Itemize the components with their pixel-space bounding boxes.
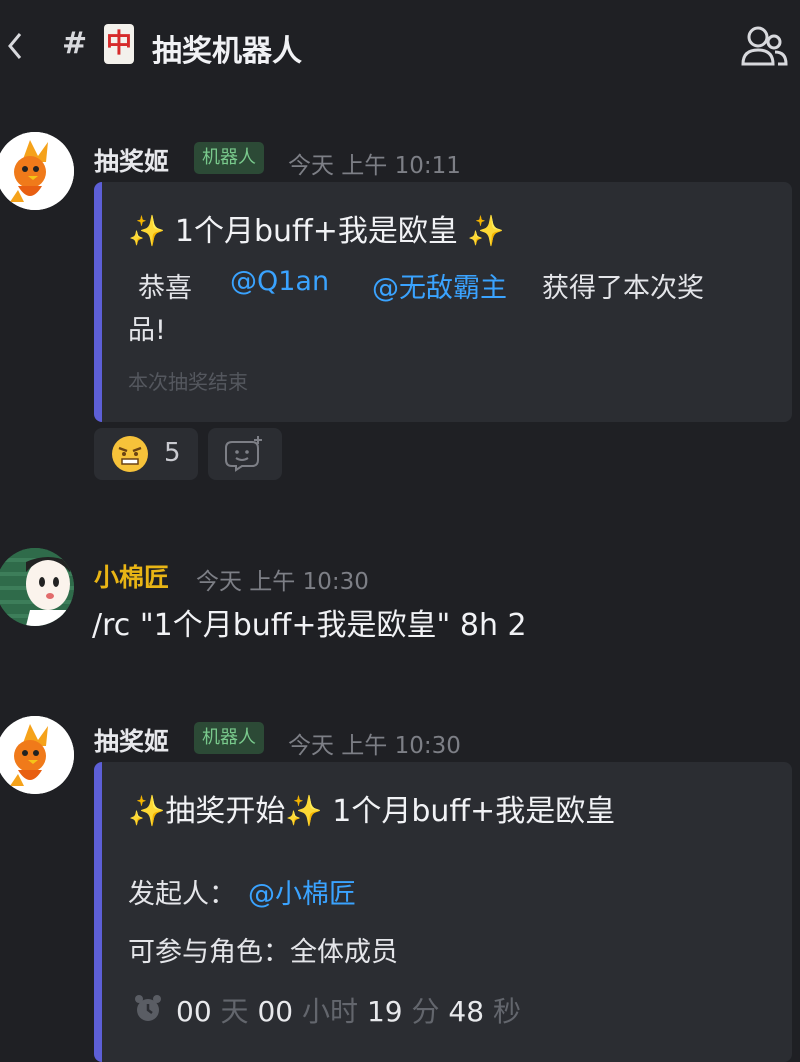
countdown-hours: 00	[257, 995, 294, 1028]
countdown-minutes-unit: 分	[411, 995, 440, 1028]
message-author[interactable]: 小棉匠	[94, 558, 169, 594]
result-text-line2: 品!	[128, 315, 166, 346]
bot-avatar[interactable]	[0, 132, 74, 210]
initiator-label: 发起人：	[128, 879, 236, 910]
winner-mention-1[interactable]: @Q1an	[230, 266, 329, 297]
message-author[interactable]: 抽奖姬	[94, 142, 169, 178]
message-timestamp: 今天 上午 10:30	[196, 569, 369, 595]
countdown-hours-unit: 小时	[302, 995, 359, 1028]
congrats-label: 恭喜	[138, 273, 192, 304]
countdown-seconds-unit: 秒	[492, 995, 521, 1028]
user-avatar[interactable]	[0, 548, 74, 626]
countdown-seconds: 48	[448, 995, 485, 1028]
bot-badge: 机器人	[194, 142, 264, 174]
hash-icon: #	[62, 26, 88, 61]
result-text-line1: 获得了本次奖	[542, 273, 704, 304]
countdown-days-unit: 天	[220, 995, 249, 1028]
bot-avatar[interactable]	[0, 716, 74, 794]
channel-title: 抽奖机器人	[152, 34, 302, 69]
message-timestamp: 今天 上午 10:11	[288, 153, 461, 179]
chick-mascot-icon	[0, 132, 74, 210]
reaction-button[interactable]: 5	[94, 428, 198, 480]
countdown-minutes: 19	[366, 995, 403, 1028]
chick-mascot-icon	[0, 716, 74, 794]
message-author[interactable]: 抽奖姬	[94, 722, 169, 758]
embed-title: ✨ 1个月buff+我是欧皇 ✨	[128, 214, 505, 249]
angry-face-emoji-icon	[112, 436, 148, 472]
initiator-mention[interactable]: @小棉匠	[248, 872, 356, 911]
mahjong-tile-icon: 中	[104, 24, 134, 64]
members-icon[interactable]	[740, 24, 788, 68]
embed-title: ✨抽奖开始✨ 1个月buff+我是欧皇	[128, 794, 616, 829]
roles-line: 可参与角色：全体成员	[128, 937, 398, 968]
cartoon-face-icon	[0, 548, 74, 626]
add-reaction-button[interactable]	[208, 428, 282, 480]
back-chevron-icon[interactable]	[4, 28, 26, 64]
channel-header: # 中 抽奖机器人	[0, 0, 800, 90]
add-reaction-icon	[225, 436, 262, 472]
bot-badge: 机器人	[194, 722, 264, 754]
lottery-result-embed: ✨ 1个月buff+我是欧皇 ✨ 恭喜 @Q1an @无敌霸主 获得了本次奖 品…	[94, 182, 792, 422]
lottery-start-embed: ✨抽奖开始✨ 1个月buff+我是欧皇 发起人： @小棉匠 可参与角色：全体成员…	[94, 762, 792, 1062]
countdown-timer: 00 天 00 小时 19 分 48 秒	[176, 990, 521, 1030]
reaction-count: 5	[164, 438, 181, 468]
message-timestamp: 今天 上午 10:30	[288, 733, 461, 759]
alarm-clock-icon	[135, 995, 161, 1021]
winner-mention-2[interactable]: @无敌霸主	[372, 266, 507, 305]
countdown-days: 00	[176, 995, 212, 1028]
command-message: /rc "1个月buff+我是欧皇" 8h 2	[92, 608, 527, 643]
embed-footer: 本次抽奖结束	[128, 370, 248, 394]
